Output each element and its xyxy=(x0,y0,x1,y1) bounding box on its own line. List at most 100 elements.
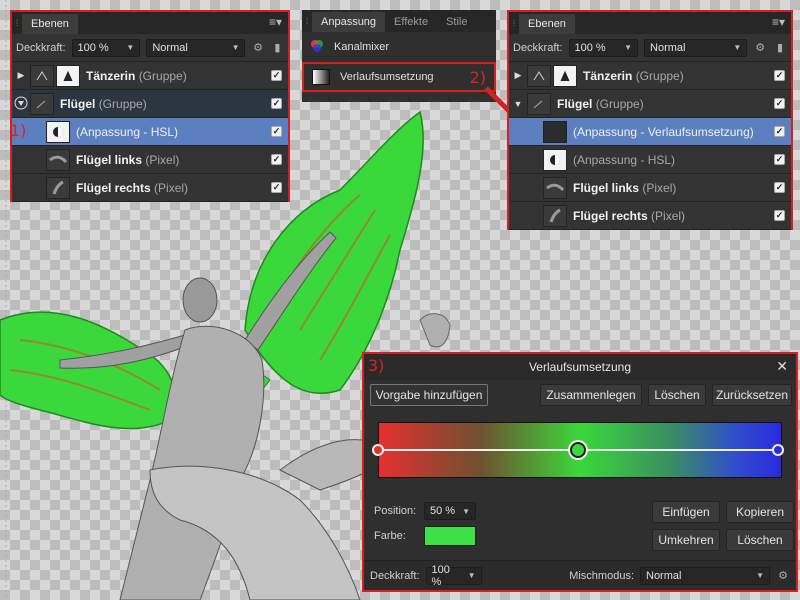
layers-tabbar: ⁞ Ebenen ≡▾ xyxy=(509,12,791,34)
step-marker: 1) xyxy=(10,121,27,140)
visibility-checkbox[interactable]: ✓ xyxy=(774,126,785,137)
layer-label: Flügel rechts (Pixel) xyxy=(573,208,686,223)
chevron-down-icon: ▼ xyxy=(467,571,476,580)
gradient-map-thumbnail xyxy=(543,120,567,143)
adjustment-hsl-icon xyxy=(46,120,70,143)
layer-row-fluegel-links[interactable]: Flügel links (Pixel) ✓ xyxy=(509,174,791,202)
blend-label: Mischmodus: xyxy=(569,569,634,582)
layer-row-taenzerin[interactable]: ▶ Tänzerin (Gruppe) ✓ xyxy=(12,62,288,90)
layers-panel-before: ⁞ Ebenen ≡▾ Deckkraft: 100 % ▼ Normal ▼ ⚙ … xyxy=(10,10,290,202)
layer-row-fluegel[interactable]: Flügel (Gruppe) ✓ xyxy=(12,90,288,118)
panel-grip-icon[interactable]: ⁞ xyxy=(302,10,312,32)
opacity-dropdown[interactable]: 100 % ▼ xyxy=(425,564,482,588)
color-row: Farbe: xyxy=(374,526,476,546)
color-swatch[interactable] xyxy=(424,526,476,546)
tab-ebenen[interactable]: Ebenen xyxy=(22,14,78,34)
layer-label: (Anpassung - Verlaufsumsetzung) xyxy=(573,124,754,139)
opacity-value: 100 % xyxy=(574,41,606,54)
toolbar-right-group: Zusammenlegen Löschen Zurücksetzen xyxy=(540,384,792,406)
copy-button[interactable]: Kopieren xyxy=(726,501,794,523)
expand-arrow-icon[interactable]: ▶ xyxy=(12,70,30,81)
delete-button[interactable]: Löschen xyxy=(648,384,706,406)
expand-arrow-icon[interactable]: ▶ xyxy=(509,70,527,81)
panel-menu-icon[interactable]: ≡▾ xyxy=(269,15,282,29)
blend-mode-value: Normal xyxy=(646,569,682,582)
gradient-stop-right[interactable] xyxy=(772,444,784,456)
layer-row-anpassung-verlaufsumsetzung[interactable]: (Anpassung - Verlaufsumsetzung) ✓ xyxy=(509,118,791,146)
reset-button[interactable]: Zurücksetzen xyxy=(712,384,792,406)
visibility-checkbox[interactable]: ✓ xyxy=(271,182,282,193)
close-icon[interactable]: ✕ xyxy=(776,358,788,375)
layer-label: Flügel rechts (Pixel) xyxy=(76,180,189,195)
adjustments-panel: ⁞ Anpassung Effekte Stile Kanalmixer Ver… xyxy=(302,10,496,102)
layers-tabbar: ⁞ Ebenen ≡▾ xyxy=(12,12,288,34)
gradient-stop-left[interactable] xyxy=(372,444,384,456)
lock-icon[interactable]: ▮ xyxy=(773,41,787,55)
lock-icon[interactable]: ▮ xyxy=(271,41,284,55)
visibility-checkbox[interactable]: ✓ xyxy=(271,70,282,81)
reverse-button[interactable]: Umkehren xyxy=(652,529,720,551)
adjustment-label: Verlaufsumsetzung xyxy=(340,71,434,83)
blend-mode-dropdown[interactable]: Normal ▼ xyxy=(640,566,770,585)
layer-label: Flügel links (Pixel) xyxy=(573,180,677,195)
visibility-checkbox[interactable]: ✓ xyxy=(271,98,282,109)
left-wing xyxy=(0,311,178,430)
gradient-stop-middle[interactable] xyxy=(570,442,586,458)
layer-row-taenzerin[interactable]: ▶ Tänzerin (Gruppe) ✓ xyxy=(509,62,791,90)
insert-button[interactable]: Einfügen xyxy=(652,501,720,523)
tab-ebenen[interactable]: Ebenen xyxy=(519,14,575,34)
adjustment-label: Kanalmixer xyxy=(334,41,390,53)
adjustment-item-kanalmixer[interactable]: Kanalmixer xyxy=(302,32,496,62)
layer-row-anpassung-hsl[interactable]: 1) (Anpassung - HSL) ✓ xyxy=(10,118,288,146)
opacity-dropdown[interactable]: 100 % ▼ xyxy=(568,38,639,57)
layer-thumbnail xyxy=(527,64,551,87)
collapse-arrow-icon[interactable]: ▼ xyxy=(509,99,527,109)
gear-icon[interactable]: ⚙ xyxy=(776,569,790,583)
delete-stop-button[interactable]: Löschen xyxy=(726,529,794,551)
layer-label: (Anpassung - HSL) xyxy=(76,124,179,139)
visibility-checkbox[interactable]: ✓ xyxy=(271,154,282,165)
layer-thumbnail xyxy=(543,176,567,199)
collapse-arrow-icon[interactable] xyxy=(12,96,30,112)
layer-thumbnail xyxy=(527,92,551,115)
visibility-checkbox[interactable]: ✓ xyxy=(774,182,785,193)
layer-label: Tänzerin (Gruppe) xyxy=(583,68,684,83)
merge-button[interactable]: Zusammenlegen xyxy=(540,384,642,406)
visibility-checkbox[interactable]: ✓ xyxy=(774,98,785,109)
visibility-checkbox[interactable]: ✓ xyxy=(271,126,282,137)
panel-grip-icon[interactable]: ⁞ xyxy=(12,12,22,34)
adjustment-item-verlaufsumsetzung[interactable]: Verlaufsumsetzung 2) xyxy=(302,62,496,92)
chevron-down-icon: ▼ xyxy=(756,571,764,580)
position-dropdown[interactable]: 50 % ▼ xyxy=(424,502,476,520)
layer-row-fluegel-links[interactable]: Flügel links (Pixel) ✓ xyxy=(12,146,288,174)
dialog-title: Verlaufsumsetzung xyxy=(528,360,632,374)
visibility-checkbox[interactable]: ✓ xyxy=(774,70,785,81)
gear-icon[interactable]: ⚙ xyxy=(251,41,264,55)
layer-thumbnail xyxy=(46,148,70,171)
visibility-checkbox[interactable]: ✓ xyxy=(774,210,785,221)
opacity-dropdown[interactable]: 100 % ▼ xyxy=(71,38,141,57)
layer-label: Flügel (Gruppe) xyxy=(557,96,644,111)
panel-grip-icon[interactable]: ⁞ xyxy=(509,12,519,34)
opacity-value: 100 % xyxy=(77,41,109,54)
chevron-down-icon: ▼ xyxy=(624,43,633,52)
add-preset-button[interactable]: Vorgabe hinzufügen xyxy=(370,384,488,406)
layer-row-anpassung-hsl[interactable]: (Anpassung - HSL) ✓ xyxy=(509,146,791,174)
blend-mode-dropdown[interactable]: Normal ▼ xyxy=(146,38,246,57)
tab-anpassung[interactable]: Anpassung xyxy=(312,12,386,32)
adjustment-hsl-icon xyxy=(543,148,567,171)
panel-menu-icon[interactable]: ≡▾ xyxy=(772,15,785,29)
tab-effekte[interactable]: Effekte xyxy=(385,12,437,32)
layer-row-fluegel-rechts[interactable]: Flügel rechts (Pixel) ✓ xyxy=(509,202,791,230)
step-marker: 3) xyxy=(368,356,385,375)
layer-row-fluegel[interactable]: ▼ Flügel (Gruppe) ✓ xyxy=(509,90,791,118)
layer-thumbnail xyxy=(30,64,54,87)
visibility-checkbox[interactable]: ✓ xyxy=(774,154,785,165)
position-value: 50 % xyxy=(430,505,456,517)
blend-mode-dropdown[interactable]: Normal ▼ xyxy=(644,38,748,57)
gear-icon[interactable]: ⚙ xyxy=(753,41,767,55)
layer-row-fluegel-rechts[interactable]: Flügel rechts (Pixel) ✓ xyxy=(12,174,288,202)
layer-opacity-row: Deckkraft: 100 % ▼ Normal ▼ ⚙ ▮ xyxy=(12,34,288,62)
tab-stile[interactable]: Stile xyxy=(437,12,476,32)
layer-label: Flügel links (Pixel) xyxy=(76,152,180,167)
